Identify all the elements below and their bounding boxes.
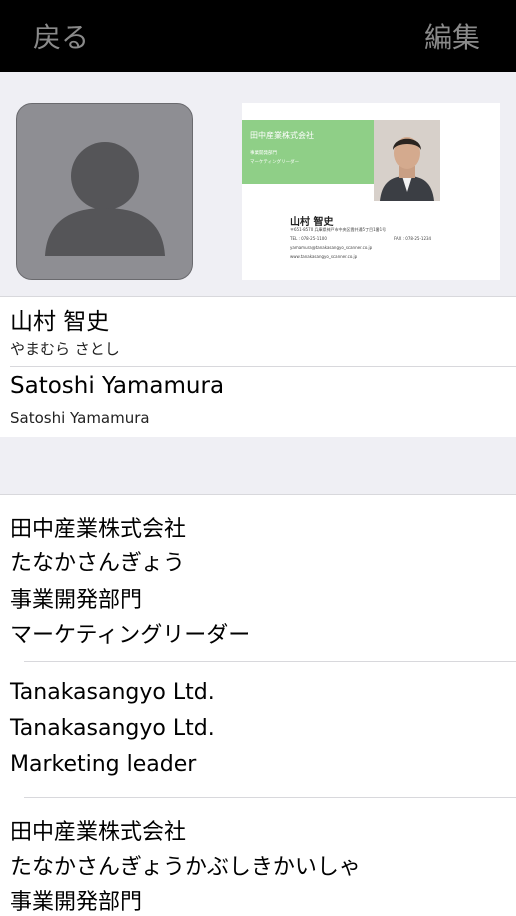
org-company-en: Tanakasangyo Ltd. xyxy=(10,680,215,705)
avatar-placeholder[interactable] xyxy=(16,103,193,280)
section-gap xyxy=(0,437,516,494)
card-web-text: www.tanakasangyo_scanner.co.jp xyxy=(290,254,358,259)
business-card-image[interactable]: 田中産業株式会社 事業開発部門 マーケティングリーダー 山村 智史 〒651-8… xyxy=(242,103,500,280)
divider xyxy=(10,366,516,367)
contact-name-ja-reading: やまむら さとし xyxy=(10,340,120,358)
card-role-text: マーケティングリーダー xyxy=(250,160,300,165)
card-portrait-photo xyxy=(374,120,440,201)
org-department-ja: 事業開発部門 xyxy=(10,588,143,613)
org-company-reading-ja: たなかさんぎょう xyxy=(10,551,185,576)
contact-name-ja: 山村 智史 xyxy=(10,309,110,335)
person-silhouette-icon xyxy=(45,142,165,256)
card-address-text: 〒651-8570 兵庫県神戸市中央区雲井通5丁目1番1号 xyxy=(290,227,387,232)
org-company-reading-en: Tanakasangyo Ltd. xyxy=(10,716,215,741)
card-department-text: 事業開発部門 xyxy=(250,151,277,156)
org2-department-ja: 事業開発部門 xyxy=(10,890,143,915)
divider xyxy=(0,296,516,297)
org-company-ja: 田中産業株式会社 xyxy=(10,517,187,542)
card-name-text: 山村 智史 xyxy=(290,217,334,228)
divider xyxy=(0,494,516,495)
card-phone-text: TEL : 078-25-1100 xyxy=(290,236,327,241)
org-title-en: Marketing leader xyxy=(10,752,197,777)
contact-name-en: Satoshi Yamamura xyxy=(10,373,225,399)
org2-company-reading-ja: たなかさんぎょうかぶしきかいしゃ xyxy=(10,855,361,880)
edit-button[interactable]: 編集 xyxy=(424,16,480,56)
org-title-ja: マーケティングリーダー xyxy=(10,623,251,648)
card-company-text: 田中産業株式会社 xyxy=(250,131,314,140)
card-fax-text: FAX : 078-25-1234 xyxy=(394,236,432,241)
divider xyxy=(24,797,516,798)
contact-name-en-reading: Satoshi Yamamura xyxy=(10,409,150,427)
org2-company-ja: 田中産業株式会社 xyxy=(10,820,187,845)
back-button[interactable]: 戻る xyxy=(33,16,89,56)
navigation-bar: 戻る 編集 xyxy=(0,0,516,72)
divider xyxy=(24,661,516,662)
card-email-text: yamamura@tanakasangyo_scanner.co.jp xyxy=(290,245,373,250)
